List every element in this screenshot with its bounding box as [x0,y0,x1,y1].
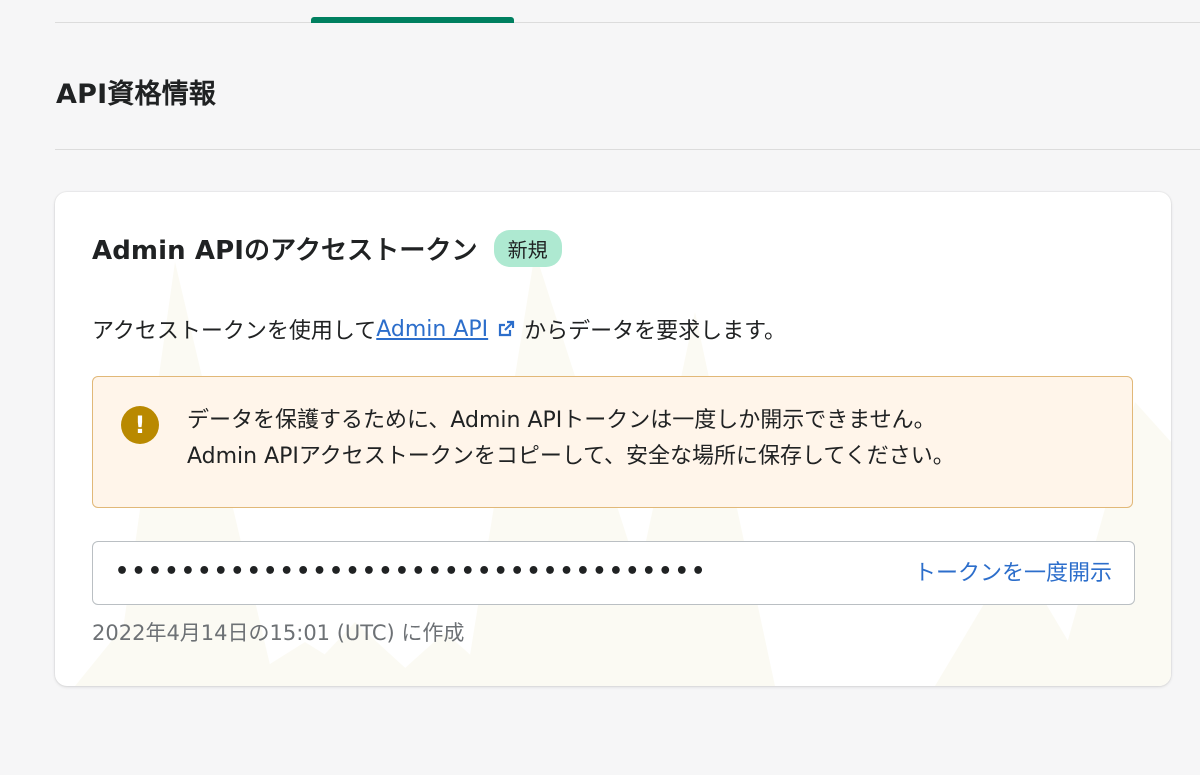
masked-token-value[interactable]: •••••••••••••••••••••••••••••••••••• [115,554,708,590]
tab-strip [55,0,1200,23]
access-token-card: Admin APIのアクセストークン 新規 アクセストークンを使用して Admi… [55,192,1171,686]
external-link-icon[interactable] [496,319,516,339]
admin-api-link[interactable]: Admin API [376,317,488,342]
created-timestamp: 2022年4月14日の15:01 (UTC) に作成 [92,621,465,645]
section-title: API資格情報 [56,79,217,110]
exclamation-circle-icon: ! [121,406,159,444]
card-title: Admin APIのアクセストークン [92,236,478,266]
description-prefix: アクセストークンを使用して [92,319,377,344]
new-badge: 新規 [493,230,562,267]
warning-banner: ! データを保護するために、Admin APIトークンは一度しか開示できません。… [92,376,1133,508]
card-description: アクセストークンを使用して Admin API からデータを要求します。 [92,313,786,345]
reveal-token-button[interactable]: トークンを一度開示 [914,556,1112,592]
banner-line-2: Admin APIアクセストークンをコピーして、安全な場所に保存してください。 [187,444,955,469]
token-field[interactable]: •••••••••••••••••••••••••••••••••••• トーク… [92,541,1135,605]
active-tab-indicator [311,17,514,23]
banner-text: データを保護するために、Admin APIトークンは一度しか開示できません。 A… [187,403,955,475]
description-suffix: からデータを要求します。 [524,319,786,344]
banner-line-1: データを保護するために、Admin APIトークンは一度しか開示できません。 [187,408,936,433]
card-heading: Admin APIのアクセストークン 新規 [92,230,562,267]
section-divider [55,149,1200,150]
